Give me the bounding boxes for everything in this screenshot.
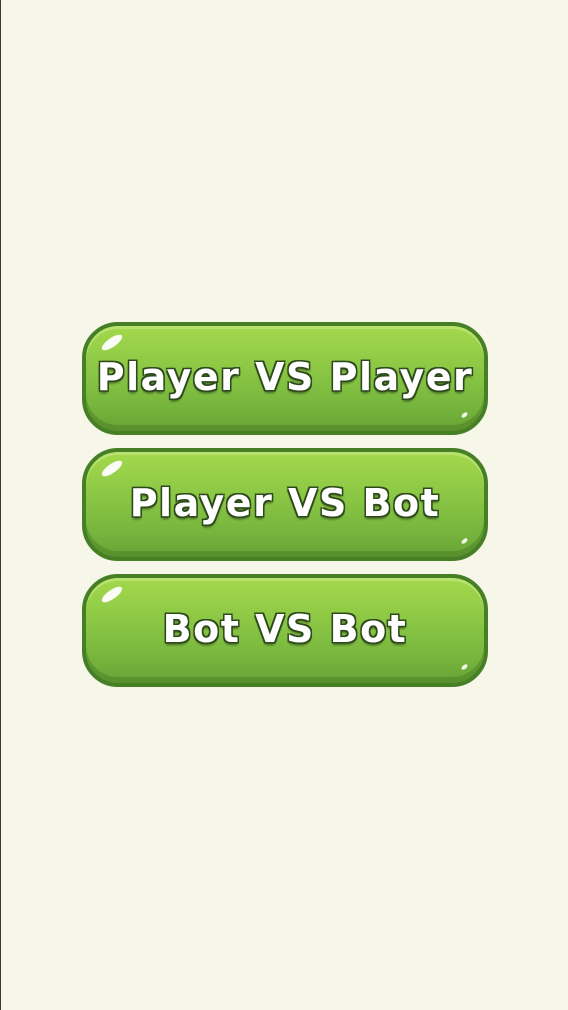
button-gloss-highlight	[99, 331, 125, 354]
bot-vs-bot-label: Bot VS Bot	[162, 606, 408, 651]
screen-left-edge	[0, 0, 1, 1010]
button-gloss-highlight	[99, 583, 125, 606]
player-vs-player-button[interactable]: Player VS Player	[82, 322, 488, 435]
button-gloss-dot	[460, 411, 469, 419]
player-vs-player-label: Player VS Player	[96, 354, 474, 399]
bot-vs-bot-button[interactable]: Bot VS Bot	[82, 574, 488, 687]
button-gloss-highlight	[99, 457, 125, 480]
button-gloss-dot	[460, 537, 469, 545]
game-mode-menu: Player VS Player Player VS Bot Bot VS Bo…	[82, 322, 488, 700]
button-gloss-dot	[460, 663, 469, 671]
player-vs-bot-button[interactable]: Player VS Bot	[82, 448, 488, 561]
player-vs-bot-label: Player VS Bot	[129, 480, 441, 525]
